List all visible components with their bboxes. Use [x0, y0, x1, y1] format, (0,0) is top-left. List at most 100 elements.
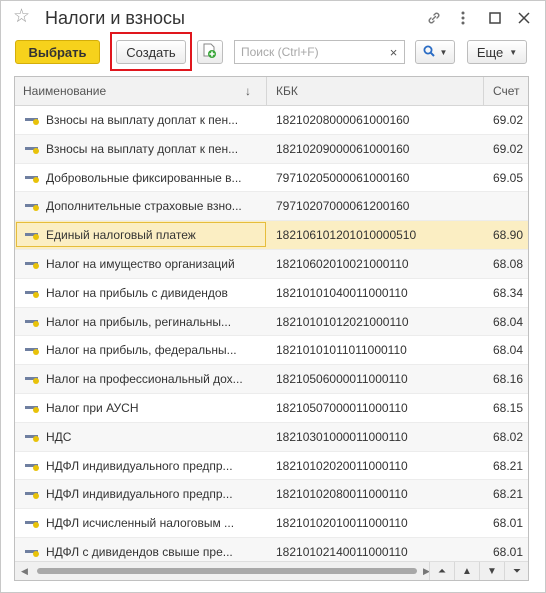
table-row[interactable]: НДФЛ индивидуального предпр... 1821010208… — [15, 480, 528, 510]
link-icon[interactable] — [425, 9, 443, 27]
row-name-cell: Налог при АУСН — [46, 400, 139, 415]
row-name-cell: Взносы на выплату доплат к пен... — [46, 141, 239, 156]
first-page-icon[interactable]: ⏶ — [429, 562, 454, 580]
table-row[interactable]: Взносы на выплату доплат к пен... 1821020… — [15, 134, 528, 164]
table-row[interactable]: НДФЛ исчисленный налоговым ... 1821010201… — [15, 509, 528, 538]
row-account-cell — [493, 192, 528, 220]
row-account-cell: 69.02 — [493, 141, 524, 156]
row-kbk-cell: 18210506000011000110 — [276, 372, 408, 387]
row-name-cell: Единый налоговый платеж — [46, 228, 196, 243]
row-account-cell: 68.02 — [493, 429, 524, 444]
catalog-item-icon — [25, 173, 39, 184]
catalog-item-icon — [25, 259, 39, 270]
row-kbk-cell: 79710205000061000160 — [276, 170, 410, 185]
catalog-window: ☆ Налоги и взносы Выбрать Создать Поиск … — [0, 0, 546, 593]
table-row[interactable]: Единый налоговый платеж 18210610120101000… — [15, 221, 528, 250]
chevron-down-icon: ▼ — [439, 47, 448, 57]
table-row[interactable]: Добровольные фиксированные в... 797102050… — [15, 163, 528, 193]
create-button[interactable]: Создать — [116, 40, 186, 64]
catalog-item-icon — [25, 432, 39, 443]
search-clear-button[interactable]: × — [383, 40, 405, 64]
row-name-cell: Взносы на выплату доплат к пен... — [46, 113, 239, 127]
horizontal-scrollbar[interactable]: ◀ ▶ ⏶ ▲ ▼ ⏷ — [15, 561, 528, 580]
last-page-icon[interactable]: ⏷ — [504, 562, 528, 580]
row-account-cell: 68.21 — [493, 487, 524, 502]
copy-button[interactable] — [197, 40, 223, 64]
catalog-item-icon — [25, 489, 39, 500]
row-kbk-cell: 18210301000011000110 — [276, 429, 408, 444]
row-account-cell: 69.02 — [493, 113, 524, 127]
catalog-item-icon — [25, 403, 39, 414]
table-row[interactable]: Налог при АУСН 18210507000011000110 68.15 — [15, 393, 528, 423]
row-name-cell: НДФЛ индивидуального предпр... — [46, 487, 233, 502]
column-header-kbk[interactable]: КБК — [276, 77, 298, 105]
row-kbk-cell: 18210101012021000110 — [276, 314, 409, 329]
row-account-cell: 68.04 — [493, 343, 524, 358]
row-kbk-cell: 18210610120101000051​0 — [276, 228, 417, 243]
row-account-cell: 68.08 — [493, 256, 524, 271]
catalog-item-icon — [25, 201, 39, 212]
row-account-cell: 68.15 — [493, 400, 524, 415]
column-divider — [483, 77, 484, 105]
table-row[interactable]: Дополнительные страховые взно... 79710207… — [15, 192, 528, 222]
row-name-cell: НДФЛ индивидуального предпр... — [46, 458, 233, 473]
catalog-item-icon — [25, 230, 39, 241]
table-row[interactable]: Налог на профессиональный дох... 18210506… — [15, 365, 528, 394]
more-button[interactable]: Еще ▼ — [467, 40, 527, 64]
row-name-cell: Добровольные фиксированные в... — [46, 170, 242, 185]
column-header-account[interactable]: Счет — [493, 77, 520, 105]
row-name-cell: Налог на прибыль с дивидендов — [46, 285, 228, 300]
row-account-cell: 69.05 — [493, 170, 524, 185]
table-row[interactable]: Налог на имущество организаций 1821060201… — [15, 249, 528, 279]
table-header: Наименование ↓ КБК Счет — [15, 77, 528, 106]
row-kbk-cell: 18210102020011000110 — [276, 458, 408, 473]
maximize-icon[interactable] — [486, 9, 504, 27]
row-kbk-cell: 79710207000061200160 — [276, 199, 410, 214]
table-row[interactable]: Взносы на выплату доплат к пен... 1821020… — [15, 106, 528, 135]
window-title: Налоги и взносы — [45, 8, 185, 28]
row-account-cell: 68.01 — [493, 516, 524, 531]
catalog-item-icon — [25, 374, 39, 385]
row-kbk-cell: 18210102080011000110 — [276, 487, 408, 502]
catalog-item-icon — [25, 144, 39, 155]
column-divider — [266, 77, 267, 105]
table-row[interactable]: Налог на прибыль с дивидендов 18210101040… — [15, 278, 528, 308]
row-kbk-cell: 18210101011011000110 — [276, 343, 407, 358]
column-header-name[interactable]: Наименование — [23, 77, 106, 105]
title-bar: ☆ Налоги и взносы — [1, 1, 545, 35]
copy-add-icon — [203, 43, 217, 62]
catalog-item-icon — [25, 461, 39, 472]
more-label: Еще — [476, 44, 504, 60]
table-row[interactable]: Налог на прибыль, регинальны... 182101010… — [15, 307, 528, 337]
catalog-item-icon — [25, 317, 39, 328]
scroll-thumb[interactable] — [37, 568, 417, 574]
catalog-item-icon — [25, 115, 39, 126]
row-name-cell: НДС — [46, 429, 72, 444]
row-kbk-cell: 18210602010021000110 — [276, 256, 409, 271]
table-row[interactable]: НДФЛ индивидуального предпр... 1821010202… — [15, 451, 528, 481]
star-icon[interactable]: ☆ — [13, 7, 30, 27]
row-kbk-cell: 18210102010011000110 — [276, 516, 408, 531]
row-name-cell: Налог на прибыль, федеральны... — [46, 343, 237, 358]
close-icon[interactable] — [515, 9, 533, 27]
row-account-cell: 68.04 — [493, 314, 524, 329]
select-button[interactable]: Выбрать — [15, 40, 100, 64]
search-input[interactable]: Поиск (Ctrl+F) — [234, 40, 384, 64]
table-row[interactable]: НДС 18210301000011000110 68.02 — [15, 422, 528, 452]
row-kbk-cell: 18210208000061000160 — [276, 113, 410, 127]
row-account-cell: 68.21 — [493, 458, 524, 473]
row-name-cell: Налог на имущество организаций — [46, 256, 235, 271]
catalog-item-icon — [25, 288, 39, 299]
page-up-icon[interactable]: ▲ — [454, 562, 479, 580]
chevron-down-icon: ▼ — [509, 47, 518, 57]
row-kbk-cell: 18210507000011000110 — [276, 400, 408, 415]
table-body: Взносы на выплату доплат к пен... 1821020… — [15, 106, 528, 567]
more-vertical-icon[interactable] — [454, 9, 472, 27]
page-down-icon[interactable]: ▼ — [479, 562, 504, 580]
catalog-item-icon — [25, 345, 39, 356]
table-row[interactable]: Налог на прибыль, федеральны... 182101010… — [15, 336, 528, 366]
search-button[interactable]: ▼ — [415, 40, 455, 64]
scroll-left-icon[interactable]: ◀ — [21, 566, 28, 577]
taxes-table: Наименование ↓ КБК Счет Взносы на выплат… — [14, 76, 529, 581]
row-name-cell: НДФЛ исчисленный налоговым ... — [46, 516, 235, 531]
